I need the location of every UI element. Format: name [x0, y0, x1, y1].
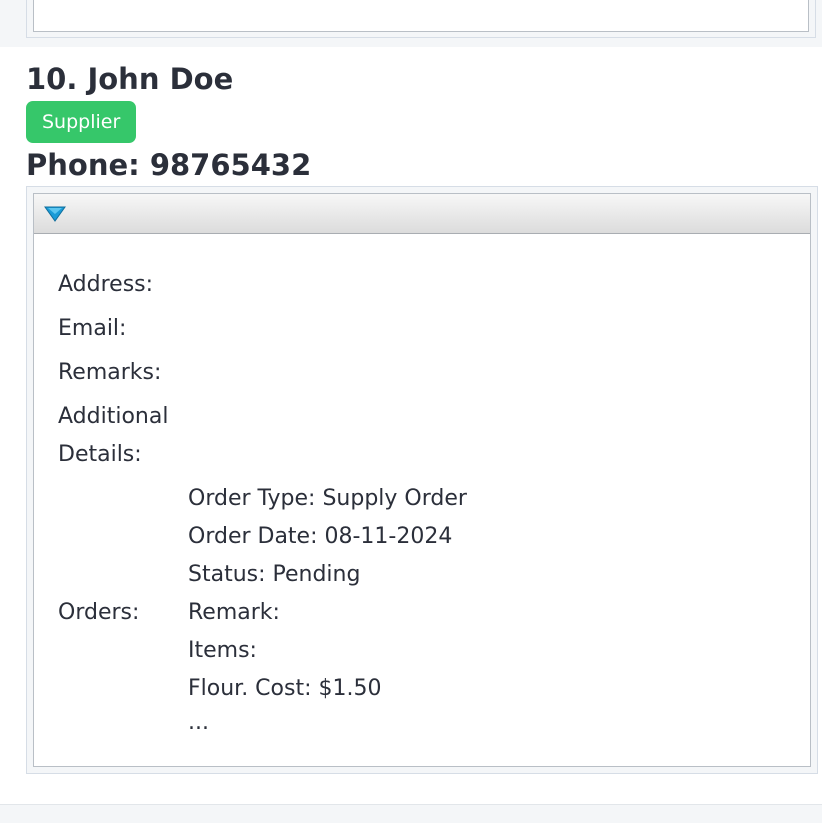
additional-details-label: Additional — [58, 404, 169, 429]
previous-entry-area — [0, 0, 822, 47]
next-entry-divider — [0, 804, 822, 823]
phone-number: Phone: 98765432 — [26, 148, 312, 182]
order-items-label: Items: — [188, 638, 257, 663]
supplier-badge: Supplier — [26, 101, 137, 143]
previous-details-panel-body — [33, 0, 809, 32]
orders-label: Orders: — [58, 600, 140, 625]
previous-details-panel — [26, 0, 816, 38]
order-status: Status: Pending — [188, 562, 361, 587]
details-panel: Address: Email: Remarks: Additional Deta… — [33, 193, 811, 767]
order-item: Flour. Cost: $1.50 — [188, 676, 382, 701]
details-panel-frame: Address: Email: Remarks: Additional Deta… — [26, 186, 818, 774]
triangle-down-icon[interactable] — [44, 205, 66, 223]
additional-details-label-line2: Details: — [58, 442, 142, 467]
contact-title: 10. John Doe — [26, 62, 234, 96]
remarks-label: Remarks: — [58, 360, 162, 385]
order-type: Order Type: Supply Order — [188, 486, 467, 511]
email-label: Email: — [58, 316, 127, 341]
details-panel-header[interactable] — [34, 194, 810, 234]
address-label: Address: — [58, 272, 154, 297]
order-more-ellipsis: ... — [188, 710, 209, 735]
order-remark: Remark: — [188, 600, 280, 625]
order-date: Order Date: 08-11-2024 — [188, 524, 453, 549]
